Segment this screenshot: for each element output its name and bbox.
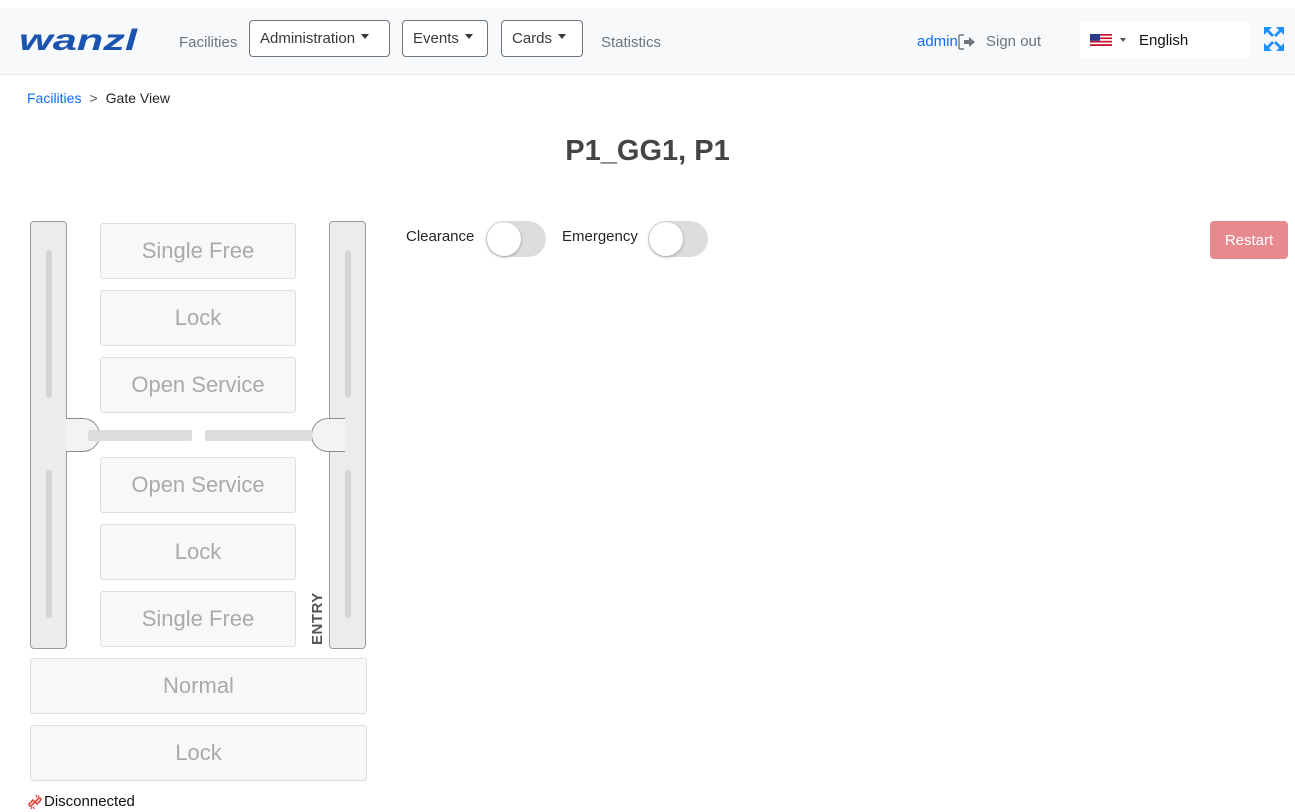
emergency-toggle[interactable] [648, 221, 708, 257]
mode-lock-button-bottom[interactable]: Lock [100, 524, 296, 580]
toggle-knob [649, 222, 683, 256]
gate-pillar-left [30, 221, 67, 649]
mode-open-service-button-bottom[interactable]: Open Service [100, 457, 296, 513]
mode-open-service-button-top[interactable]: Open Service [100, 357, 296, 413]
svg-text:wanzl: wanzl [19, 26, 138, 56]
restart-button[interactable]: Restart [1210, 221, 1288, 259]
top-navbar: wanzl Facilities Administration Events C… [0, 8, 1295, 75]
nav-events-dropdown[interactable]: Events [402, 20, 488, 57]
entry-direction-label: ENTRY [309, 592, 326, 645]
fullscreen-arrows-icon[interactable] [1262, 25, 1286, 53]
connection-status-text: Disconnected [44, 793, 135, 810]
language-selected-label: English [1139, 32, 1189, 49]
language-select[interactable]: English [1080, 22, 1250, 58]
nav-cards-label: Cards [512, 30, 553, 47]
page-title: P1_GG1, P1 [565, 135, 730, 167]
mode-single-free-button-bottom[interactable]: Single Free [100, 591, 296, 647]
user-admin-link[interactable]: admin [917, 33, 958, 50]
disconnected-plug-icon [28, 794, 42, 809]
pillar-groove [345, 250, 351, 398]
sign-out-link[interactable]: Sign out [986, 33, 1041, 50]
chevron-down-icon [1120, 38, 1126, 42]
gate-hinge-right [311, 418, 345, 452]
mode-lock-button-wide[interactable]: Lock [30, 725, 367, 781]
nav-administration-dropdown[interactable]: Administration [249, 20, 390, 57]
sign-out-icon[interactable] [958, 34, 976, 50]
chevron-down-icon [464, 34, 473, 39]
wanzl-logo[interactable]: wanzl [19, 26, 141, 56]
chevron-down-icon [361, 34, 370, 39]
mode-lock-button-top[interactable]: Lock [100, 290, 296, 346]
pillar-groove [46, 470, 52, 618]
toggle-knob [487, 222, 521, 256]
nav-administration-label: Administration [260, 30, 356, 47]
nav-cards-dropdown[interactable]: Cards [501, 20, 583, 57]
nav-events-label: Events [413, 30, 459, 47]
breadcrumb: Facilities > Gate View [27, 90, 170, 106]
us-flag-icon [1090, 34, 1112, 46]
chevron-down-icon [558, 34, 567, 39]
pillar-groove [46, 250, 52, 398]
breadcrumb-current: Gate View [105, 90, 170, 106]
gate-arm-left [88, 430, 192, 441]
emergency-label: Emergency [562, 228, 638, 245]
nav-statistics-link[interactable]: Statistics [601, 34, 661, 51]
connection-status: Disconnected [27, 793, 135, 810]
clearance-toggle[interactable] [486, 221, 546, 257]
pillar-groove [345, 470, 351, 618]
nav-facilities-link[interactable]: Facilities [179, 34, 237, 51]
gate-arm-right [205, 430, 312, 441]
breadcrumb-facilities-link[interactable]: Facilities [27, 90, 81, 106]
breadcrumb-separator: > [89, 90, 98, 106]
mode-single-free-button-top[interactable]: Single Free [100, 223, 296, 279]
mode-normal-button[interactable]: Normal [30, 658, 367, 714]
clearance-label: Clearance [406, 228, 475, 245]
